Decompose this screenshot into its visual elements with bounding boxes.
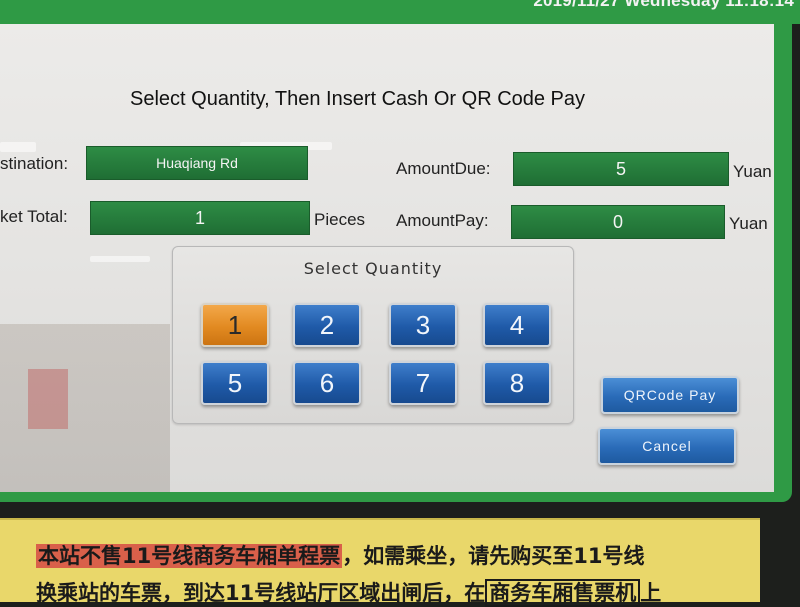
notice-line-2: 换乘站的车票，到达11号线站厅区域出闸后，在 商务车厢售票机上 <box>36 577 661 607</box>
cancel-button[interactable]: Cancel <box>598 427 736 465</box>
notice-text: 上 <box>640 581 662 605</box>
ticket-total-field: 1 <box>90 201 310 235</box>
page-title: Select Quantity, Then Insert Cash Or QR … <box>130 88 586 110</box>
qrcode-pay-button[interactable]: QRCode Pay <box>601 376 739 414</box>
quantity-button-4[interactable]: 4 <box>483 303 551 347</box>
quantity-button-5[interactable]: 5 <box>201 361 269 405</box>
amount-due-value: 5 <box>615 158 626 179</box>
light-reflection <box>90 256 150 262</box>
quantity-button-3[interactable]: 3 <box>389 303 457 347</box>
quantity-button-7[interactable]: 7 <box>389 361 457 405</box>
quantity-button-8[interactable]: 8 <box>483 361 551 405</box>
quantity-button-2[interactable]: 2 <box>293 303 361 347</box>
notice-boxed-text: 商务车厢售票机 <box>485 579 641 607</box>
amount-due-unit: Yuan <box>733 162 772 181</box>
amount-due-label: AmountDue: <box>396 159 491 178</box>
amount-pay-label: AmountPay: <box>396 211 489 230</box>
destination-value: Huaqiang Rd <box>156 155 238 171</box>
notice-text: ，如需乘坐，请先购买至11号线 <box>342 544 645 568</box>
background-reflection <box>28 369 68 429</box>
notice-line-1: 本站不售11号线商务车厢单程票，如需乘坐，请先购买至11号线 <box>36 540 644 570</box>
destination-field: Huaqiang Rd <box>86 146 308 180</box>
ticket-total-label: ket Total: <box>0 207 68 226</box>
amount-due-field: 5 <box>513 152 729 186</box>
notice-text: 换乘站的车票，到达11号线站厅区域出闸后，在 <box>36 581 486 605</box>
quantity-button-6[interactable]: 6 <box>293 361 361 405</box>
background-reflection <box>0 324 170 492</box>
amount-pay-field: 0 <box>511 205 725 239</box>
kiosk-screen: Select Quantity, Then Insert Cash Or QR … <box>0 24 774 492</box>
quantity-button-1[interactable]: 1 <box>201 303 269 347</box>
station-notice-sign: 本站不售11号线商务车厢单程票，如需乘坐，请先购买至11号线 换乘站的车票，到达… <box>0 518 760 607</box>
ticket-total-value: 1 <box>194 207 205 228</box>
light-reflection <box>0 142 36 152</box>
status-bar: 2019/11/27 Wednesday 11:18:14 <box>0 0 800 24</box>
destination-label: stination: <box>0 154 69 173</box>
amount-pay-value: 0 <box>612 211 623 232</box>
quantity-panel-title: Select Quantity <box>303 259 443 278</box>
ticket-total-unit: Pieces <box>314 210 366 229</box>
notice-highlight: 本站不售11号线商务车厢单程票 <box>36 544 343 568</box>
datetime-display: 2019/11/27 Wednesday 11:18:14 <box>533 0 794 10</box>
amount-pay-unit: Yuan <box>729 214 768 233</box>
quantity-panel: Select Quantity 1 2 3 4 5 6 7 8 <box>172 246 574 424</box>
